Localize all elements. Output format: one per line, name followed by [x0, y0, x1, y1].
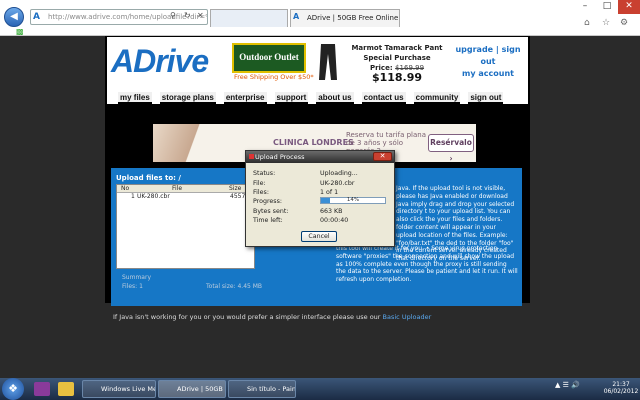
dialog-close-icon[interactable]: ✕: [373, 152, 392, 161]
close-icon[interactable]: ✕: [197, 11, 204, 20]
file-label: File:: [253, 180, 266, 187]
ad-brand: CLINICA LONDRES: [273, 138, 354, 147]
nav-sign-out[interactable]: sign out: [468, 92, 504, 104]
cancel-button[interactable]: Cancel: [301, 231, 337, 242]
ad-image: [153, 124, 223, 162]
nav-contact-us[interactable]: contact us: [361, 92, 406, 104]
account-links: upgrade | sign out my account: [455, 45, 521, 78]
files-value: 1 of 1: [320, 189, 339, 196]
nav-enterprise[interactable]: enterprise: [223, 92, 267, 104]
start-button[interactable]: ❖: [2, 378, 24, 400]
tray-icons[interactable]: ▲ ☰ 🔊: [555, 381, 585, 395]
back-arrow-icon[interactable]: ◀: [4, 7, 24, 27]
star-icon[interactable]: ☆: [602, 18, 610, 28]
address-bar[interactable]: http://www.adrive.com/home/uploadfile?di…: [30, 9, 208, 25]
gear-icon[interactable]: ⚙: [620, 18, 628, 28]
dialog-titlebar[interactable]: Upload Process: [246, 151, 394, 163]
progress-percent: 14%: [346, 197, 360, 203]
bytes-value: 663 KB: [320, 208, 343, 215]
refresh-icon[interactable]: ↻: [184, 11, 191, 20]
window-close-icon[interactable]: ✕: [618, 0, 640, 14]
ad-reserve-button[interactable]: Resérvalo ›: [428, 134, 474, 163]
minimize-icon[interactable]: –: [574, 0, 596, 14]
task-adrive[interactable]: ADrive | 50GB Free...: [158, 380, 226, 398]
file-list-header: No File Size: [117, 185, 254, 193]
col-file: File: [172, 185, 183, 192]
basic-uploader-note: If Java isn't working for you or you wou…: [113, 313, 432, 321]
nav-my-files[interactable]: my files: [118, 92, 152, 104]
files-label: Files:: [253, 189, 269, 196]
col-size: Size: [229, 185, 242, 192]
time-label: Time left:: [253, 217, 283, 224]
upgrade-link[interactable]: upgrade: [455, 45, 493, 54]
folder-icon[interactable]: [58, 382, 74, 396]
java-icon: [249, 154, 254, 159]
help-text-notes: this tool will create it for you. • Some…: [336, 245, 518, 284]
home-icon[interactable]: ⌂: [584, 18, 590, 28]
my-account-link[interactable]: my account: [462, 69, 514, 78]
tab-adrive[interactable]: ADrive | 50GB Free Online S...: [290, 9, 400, 27]
time-value: 00:00:40: [320, 217, 349, 224]
nav-community[interactable]: community: [413, 92, 461, 104]
tab-blank[interactable]: [210, 9, 288, 27]
task-windows-live[interactable]: Windows Live Me...: [82, 380, 156, 398]
promo-title: Marmot Tamarack Pant Special Purchase: [351, 44, 443, 62]
promo-price: Price: $169.99 $118.99: [369, 64, 425, 84]
basic-uploader-link[interactable]: Basic Uploader: [383, 313, 432, 321]
nav-about-us[interactable]: about us: [316, 92, 354, 104]
upload-summary: Summary Files: 1 Total size: 4.45 MB: [116, 269, 262, 291]
progress-label: Progress:: [253, 198, 282, 205]
tab-favicon: A: [293, 12, 300, 21]
status-value: Uploading...: [320, 170, 358, 177]
table-row[interactable]: 1 UK-280.cbr 4557: [117, 193, 254, 201]
maximize-icon[interactable]: □: [596, 0, 618, 14]
bytes-label: Bytes sent:: [253, 208, 289, 215]
outdoor-outlet-ad[interactable]: Outdoor Outlet: [232, 43, 306, 73]
promo-block[interactable]: Marmot Tamarack Pant Special Purchase Pr…: [347, 43, 447, 84]
site-favicon: A: [33, 12, 40, 22]
nav-support[interactable]: support: [274, 92, 309, 104]
nav-storage-plans[interactable]: storage plans: [159, 92, 216, 104]
task-paint[interactable]: Sin título - Paint: [228, 380, 296, 398]
search-icon[interactable]: ⚲: [170, 11, 176, 20]
signal-icon: ▩: [16, 27, 24, 36]
status-label: Status:: [253, 170, 276, 177]
media-player-icon[interactable]: [34, 382, 50, 396]
pants-image: [319, 44, 337, 80]
adrive-logo[interactable]: ADrive: [111, 43, 209, 80]
col-no: No: [121, 185, 130, 192]
clock[interactable]: 21:37 06/02/2012: [603, 381, 639, 395]
ad-shipping-text: Free Shipping Over $50*: [234, 73, 314, 81]
file-value: UK-280.cbr: [320, 180, 355, 187]
upload-title: Upload files to: /: [116, 174, 181, 182]
main-nav: my files storage plans enterprise suppor…: [118, 92, 504, 104]
